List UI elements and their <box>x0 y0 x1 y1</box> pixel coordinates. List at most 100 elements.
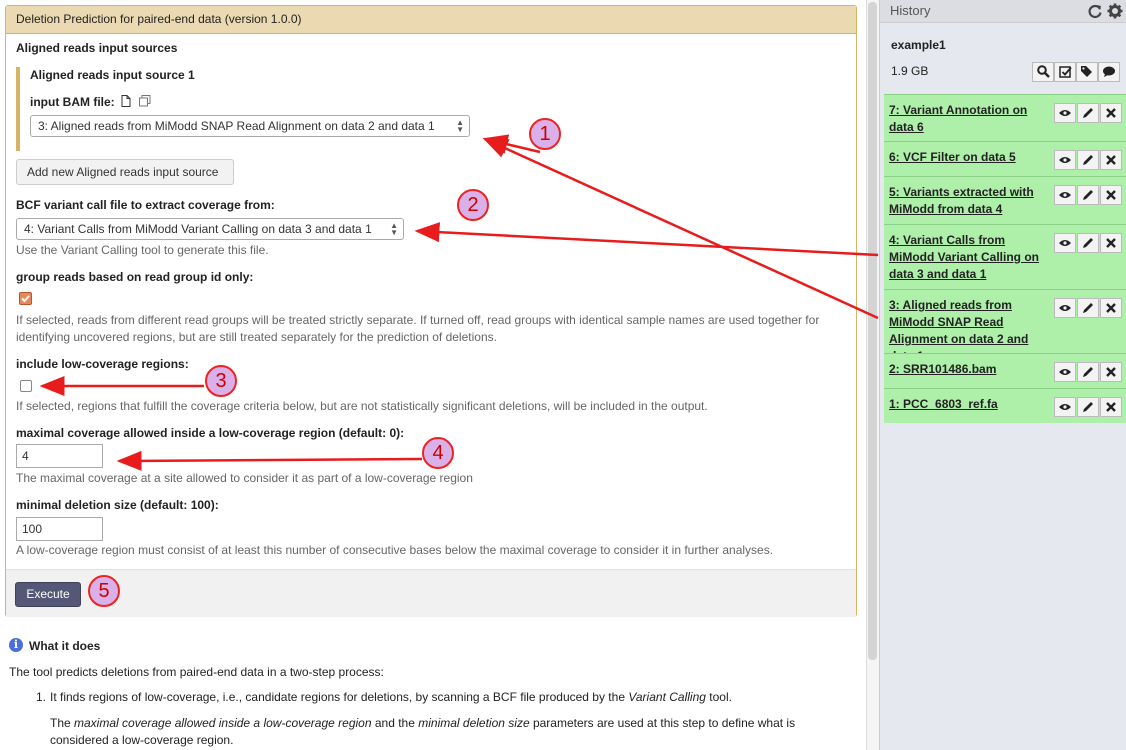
history-item[interactable]: 3: Aligned reads from MiModd SNAP Read A… <box>884 289 1126 363</box>
execute-button[interactable]: Execute <box>15 582 81 607</box>
history-item-title[interactable]: 7: Variant Annotation on data 6 <box>889 102 1047 136</box>
info-para2-a: The <box>50 716 75 730</box>
history-item-title[interactable]: 5: Variants extracted with MiModd from d… <box>889 184 1047 218</box>
delete-button[interactable] <box>1100 362 1122 382</box>
edit-button[interactable] <box>1077 103 1099 123</box>
delete-button[interactable] <box>1100 397 1122 417</box>
bcf-select-value: 4: Variant Calls from MiModd Variant Cal… <box>24 222 372 236</box>
bam-label: input BAM file: <box>30 95 151 109</box>
history-item-title[interactable]: 1: PCC_6803_ref.fa <box>889 396 1047 413</box>
pencil-icon <box>1083 303 1093 313</box>
history-toolbar <box>1032 62 1120 84</box>
close-icon <box>1106 402 1116 412</box>
search-icon <box>1036 65 1050 78</box>
add-source-button[interactable]: Add new Aligned reads input source <box>16 159 234 185</box>
annotation-4: 4 <box>422 437 454 469</box>
lowcov-label: include low-coverage regions: <box>16 357 189 371</box>
history-item-title[interactable]: 6: VCF Filter on data 5 <box>889 149 1047 166</box>
view-button[interactable] <box>1054 185 1076 205</box>
history-item[interactable]: 4: Variant Calls from MiModd Variant Cal… <box>884 224 1126 289</box>
history-item-actions <box>1054 397 1122 417</box>
view-button[interactable] <box>1054 362 1076 382</box>
maxcov-help: The maximal coverage at a site allowed t… <box>16 471 473 485</box>
info-item1-em: Variant Calling <box>628 690 706 704</box>
annotation-5: 5 <box>88 575 120 607</box>
delete-button[interactable] <box>1100 103 1122 123</box>
history-title: History <box>890 3 931 18</box>
annotation-button[interactable] <box>1098 62 1120 82</box>
info-intro: The tool predicts deletions from paired-… <box>9 665 384 679</box>
history-item-actions <box>1054 103 1122 123</box>
info-para2-b: and the <box>371 716 419 730</box>
info-heading: What it does <box>29 639 101 653</box>
eye-icon <box>1059 369 1071 375</box>
edit-button[interactable] <box>1077 150 1099 170</box>
close-icon <box>1106 238 1116 248</box>
history-item-title[interactable]: 2: SRR101486.bam <box>889 361 1047 378</box>
history-item-actions <box>1054 233 1122 253</box>
lowcov-help: If selected, regions that fulfill the co… <box>16 399 708 413</box>
close-icon <box>1106 108 1116 118</box>
bcf-file-select[interactable]: 4: Variant Calls from MiModd Variant Cal… <box>16 218 404 240</box>
close-icon <box>1106 367 1116 377</box>
select-datasets-button[interactable] <box>1054 62 1076 82</box>
annotation-3: 3 <box>205 365 237 397</box>
delete-button[interactable] <box>1100 185 1122 205</box>
delete-button[interactable] <box>1100 233 1122 253</box>
history-item[interactable]: 7: Variant Annotation on data 6 <box>884 94 1126 141</box>
pencil-icon <box>1083 238 1093 248</box>
maxcov-label: maximal coverage allowed inside a low-co… <box>16 426 405 440</box>
check-square-icon <box>1058 66 1072 78</box>
info-item1-end: tool. <box>705 690 732 704</box>
file-icon[interactable] <box>121 95 131 107</box>
refresh-icon[interactable] <box>1087 3 1103 19</box>
maxcov-input[interactable]: 4 <box>16 444 103 468</box>
mindel-input[interactable]: 100 <box>16 517 103 541</box>
lowcov-checkbox[interactable] <box>20 380 32 392</box>
section-heading: Aligned reads input sources <box>16 41 178 55</box>
annotation-1: 1 <box>529 118 561 150</box>
group-checkbox[interactable] <box>19 292 32 305</box>
tags-button[interactable] <box>1076 62 1098 82</box>
tool-title: Deletion Prediction for paired-end data … <box>6 6 856 34</box>
history-item[interactable]: 1: PCC_6803_ref.fa <box>884 388 1126 423</box>
eye-icon <box>1059 240 1071 246</box>
view-button[interactable] <box>1054 298 1076 318</box>
view-button[interactable] <box>1054 103 1076 123</box>
eye-icon <box>1059 192 1071 198</box>
edit-button[interactable] <box>1077 362 1099 382</box>
annotation-2: 2 <box>457 189 489 221</box>
tool-form: Deletion Prediction for paired-end data … <box>5 5 857 617</box>
history-item-actions <box>1054 150 1122 170</box>
view-button[interactable] <box>1054 397 1076 417</box>
edit-button[interactable] <box>1077 397 1099 417</box>
history-panel: History example1 1.9 GB 7: Variant Annot… <box>879 0 1126 750</box>
edit-button[interactable] <box>1077 298 1099 318</box>
section-title: Aligned reads input source 1 <box>30 68 195 82</box>
delete-button[interactable] <box>1100 298 1122 318</box>
close-icon <box>1106 190 1116 200</box>
info-para2: The maximal coverage allowed inside a lo… <box>50 716 795 730</box>
scrollbar-thumb[interactable] <box>868 2 877 660</box>
search-datasets-button[interactable] <box>1032 62 1054 82</box>
history-item-actions <box>1054 298 1122 318</box>
eye-icon <box>1059 305 1071 311</box>
main-scrollbar[interactable] <box>866 0 879 750</box>
history-item[interactable]: 2: SRR101486.bam <box>884 353 1126 388</box>
bam-file-select[interactable]: 3: Aligned reads from MiModd SNAP Read A… <box>30 115 470 137</box>
group-help-line2: identifying uncovered regions, but are s… <box>16 330 497 344</box>
history-item-title[interactable]: 4: Variant Calls from MiModd Variant Cal… <box>889 232 1047 283</box>
gear-icon[interactable] <box>1107 3 1123 19</box>
delete-button[interactable] <box>1100 150 1122 170</box>
view-button[interactable] <box>1054 150 1076 170</box>
history-item[interactable]: 5: Variants extracted with MiModd from d… <box>884 176 1126 224</box>
history-item[interactable]: 6: VCF Filter on data 5 <box>884 141 1126 176</box>
history-item-actions <box>1054 185 1122 205</box>
edit-button[interactable] <box>1077 185 1099 205</box>
edit-button[interactable] <box>1077 233 1099 253</box>
comment-icon <box>1103 66 1115 77</box>
copy-icon[interactable] <box>139 95 151 107</box>
select-arrows-icon: ▲ ▼ <box>390 221 398 237</box>
view-button[interactable] <box>1054 233 1076 253</box>
history-name[interactable]: example1 <box>891 38 946 52</box>
